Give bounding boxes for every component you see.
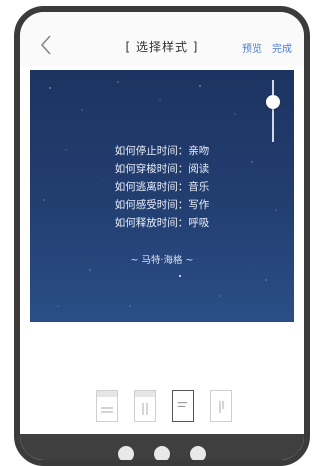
layout-short-icon xyxy=(177,402,188,408)
done-button[interactable]: 完成 xyxy=(272,40,292,55)
style-option-single-vertical[interactable] xyxy=(210,390,232,422)
poem-line: 如何停止时间：亲吻 xyxy=(114,145,210,157)
preview-button[interactable]: 预览 xyxy=(242,40,262,55)
phone-frame: [ 选择样式 ] 预览 完成 如何停止时间：亲吻 如何穿梭时间：阅读 如何逃离时… xyxy=(14,6,310,466)
poem-author: ~ 马特·海格 ~ xyxy=(130,255,194,266)
text-size-slider[interactable] xyxy=(272,80,274,142)
nav-bar: [ 选择样式 ] 预览 完成 xyxy=(20,12,304,66)
layout-single-vertical-icon xyxy=(219,401,224,413)
style-options xyxy=(20,386,304,426)
quote-card: 如何停止时间：亲吻 如何穿梭时间：阅读 如何逃离时间：音乐 如何感受时间：写作 … xyxy=(30,70,294,322)
text-size-slider-knob[interactable] xyxy=(266,94,280,109)
style-option-short[interactable] xyxy=(172,390,194,422)
layout-vertical-icon xyxy=(135,391,155,415)
poem-line: 如何感受时间：写作 xyxy=(114,199,210,211)
toolbar-circle-button[interactable] xyxy=(190,446,206,460)
style-option-vertical[interactable] xyxy=(134,390,156,422)
layout-lines-icon xyxy=(97,391,117,413)
poem-line: 如何穿梭时间：阅读 xyxy=(114,163,210,175)
toolbar-circle-button[interactable] xyxy=(154,446,170,460)
toolbar-circle-button[interactable] xyxy=(118,446,134,460)
poem-text: 如何停止时间：亲吻 如何穿梭时间：阅读 如何逃离时间：音乐 如何感受时间：写作 … xyxy=(30,142,294,232)
poem-line: 如何释放时间：呼吸 xyxy=(114,217,210,229)
style-option-lines[interactable] xyxy=(96,390,118,422)
poem-line: 如何逃离时间：音乐 xyxy=(114,181,210,193)
